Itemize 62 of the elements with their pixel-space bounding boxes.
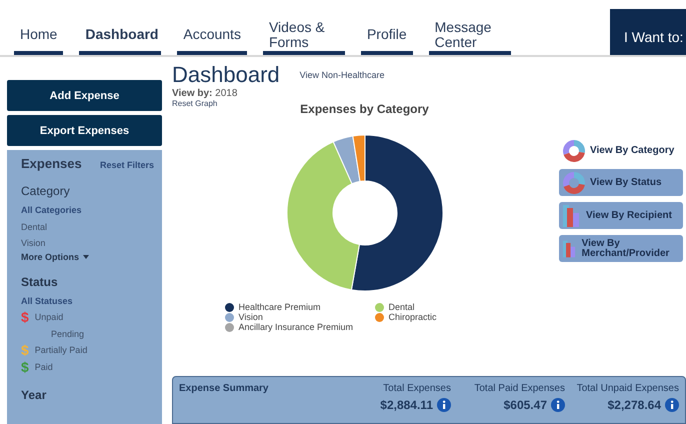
page-title: Dashboard — [172, 62, 280, 88]
filter-item[interactable]: All Statuses — [21, 292, 162, 309]
filter-label: Unpaid — [34, 312, 64, 322]
total-value: $2,278.64 — [608, 398, 661, 412]
nav-tab[interactable]: Dashboard — [79, 0, 162, 55]
filter-label: All Statuses — [21, 296, 73, 306]
info-icon[interactable] — [665, 398, 679, 412]
legend-label: Healthcare Premium — [238, 302, 321, 312]
dollar-icon: $ — [21, 342, 29, 358]
view-button[interactable]: View By Category — [559, 138, 683, 163]
nav-tab[interactable]: Home — [14, 0, 64, 55]
legend-label: Dental — [388, 302, 415, 312]
reset-filters-link[interactable]: Reset Filters — [100, 160, 154, 170]
bar-chart-icon — [563, 204, 581, 226]
bar-chart-icon — [563, 238, 577, 260]
total-label: Total Unpaid Expenses — [576, 383, 679, 394]
non-healthcare-link[interactable]: View Non-Healthcare — [300, 70, 385, 80]
summary-title: Expense Summary — [179, 383, 270, 396]
nav-tab[interactable]: Profile — [360, 0, 413, 55]
filter-heading: Category — [21, 184, 71, 198]
view-button[interactable]: View By Recipient — [559, 202, 683, 229]
filter-item[interactable]: $ Paid — [21, 358, 162, 375]
filter-item[interactable]: Vision — [21, 235, 162, 252]
add-expense-button[interactable]: Add Expense — [7, 80, 162, 111]
chart-title: Expenses by Category — [300, 102, 429, 116]
legend-label: Chiropractic — [388, 312, 437, 322]
filter-item[interactable]: $ Partially Paid — [21, 342, 162, 358]
legend-label: Ancillary Insurance Premium — [238, 322, 354, 332]
more-options-link[interactable]: More Options — [21, 252, 162, 262]
legend-label: Vision — [238, 312, 263, 322]
donut-icon — [563, 140, 585, 162]
filter-heading: Status — [21, 274, 59, 288]
panel-title: Expenses — [21, 156, 82, 171]
total-value: $2,884.11 — [380, 398, 433, 412]
filter-item[interactable]: $ Unpaid — [21, 309, 162, 326]
nav-tab[interactable]: Accounts — [177, 0, 247, 55]
info-icon[interactable] — [437, 398, 451, 412]
filter-label: All Categories — [21, 205, 82, 216]
i-want-to-button[interactable]: I Want to: — [610, 9, 686, 55]
filter-item[interactable]: Pending — [21, 326, 162, 342]
total-label: Total Expenses — [383, 383, 451, 394]
nav-tab[interactable]: Videos & Forms — [262, 0, 345, 55]
caret-icon — [83, 254, 89, 258]
filter-item[interactable]: All Categories — [21, 202, 162, 218]
dollar-icon: $ — [21, 309, 29, 326]
nav-tab[interactable]: Message Center — [428, 0, 511, 55]
donut-icon — [563, 172, 585, 194]
export-button[interactable]: Export Expenses — [7, 115, 162, 146]
view-button[interactable]: View By Merchant/Provider — [559, 235, 683, 262]
filter-label: Vision — [21, 238, 46, 248]
filter-heading: Year — [21, 388, 48, 402]
dollar-icon: $ — [21, 358, 29, 375]
filter-item[interactable]: Dental — [21, 218, 162, 235]
total-value: $605.47 — [504, 398, 547, 412]
total-label: Total Paid Expenses — [474, 383, 565, 394]
filter-label: Pending — [51, 328, 84, 339]
filter-label: Dental — [21, 222, 48, 232]
view-by-text: View by: 2018 — [172, 88, 238, 99]
filter-label: Paid — [34, 362, 53, 372]
info-icon[interactable] — [551, 398, 565, 412]
filter-label: Partially Paid — [34, 345, 88, 356]
view-button[interactable]: View By Status — [559, 169, 683, 196]
